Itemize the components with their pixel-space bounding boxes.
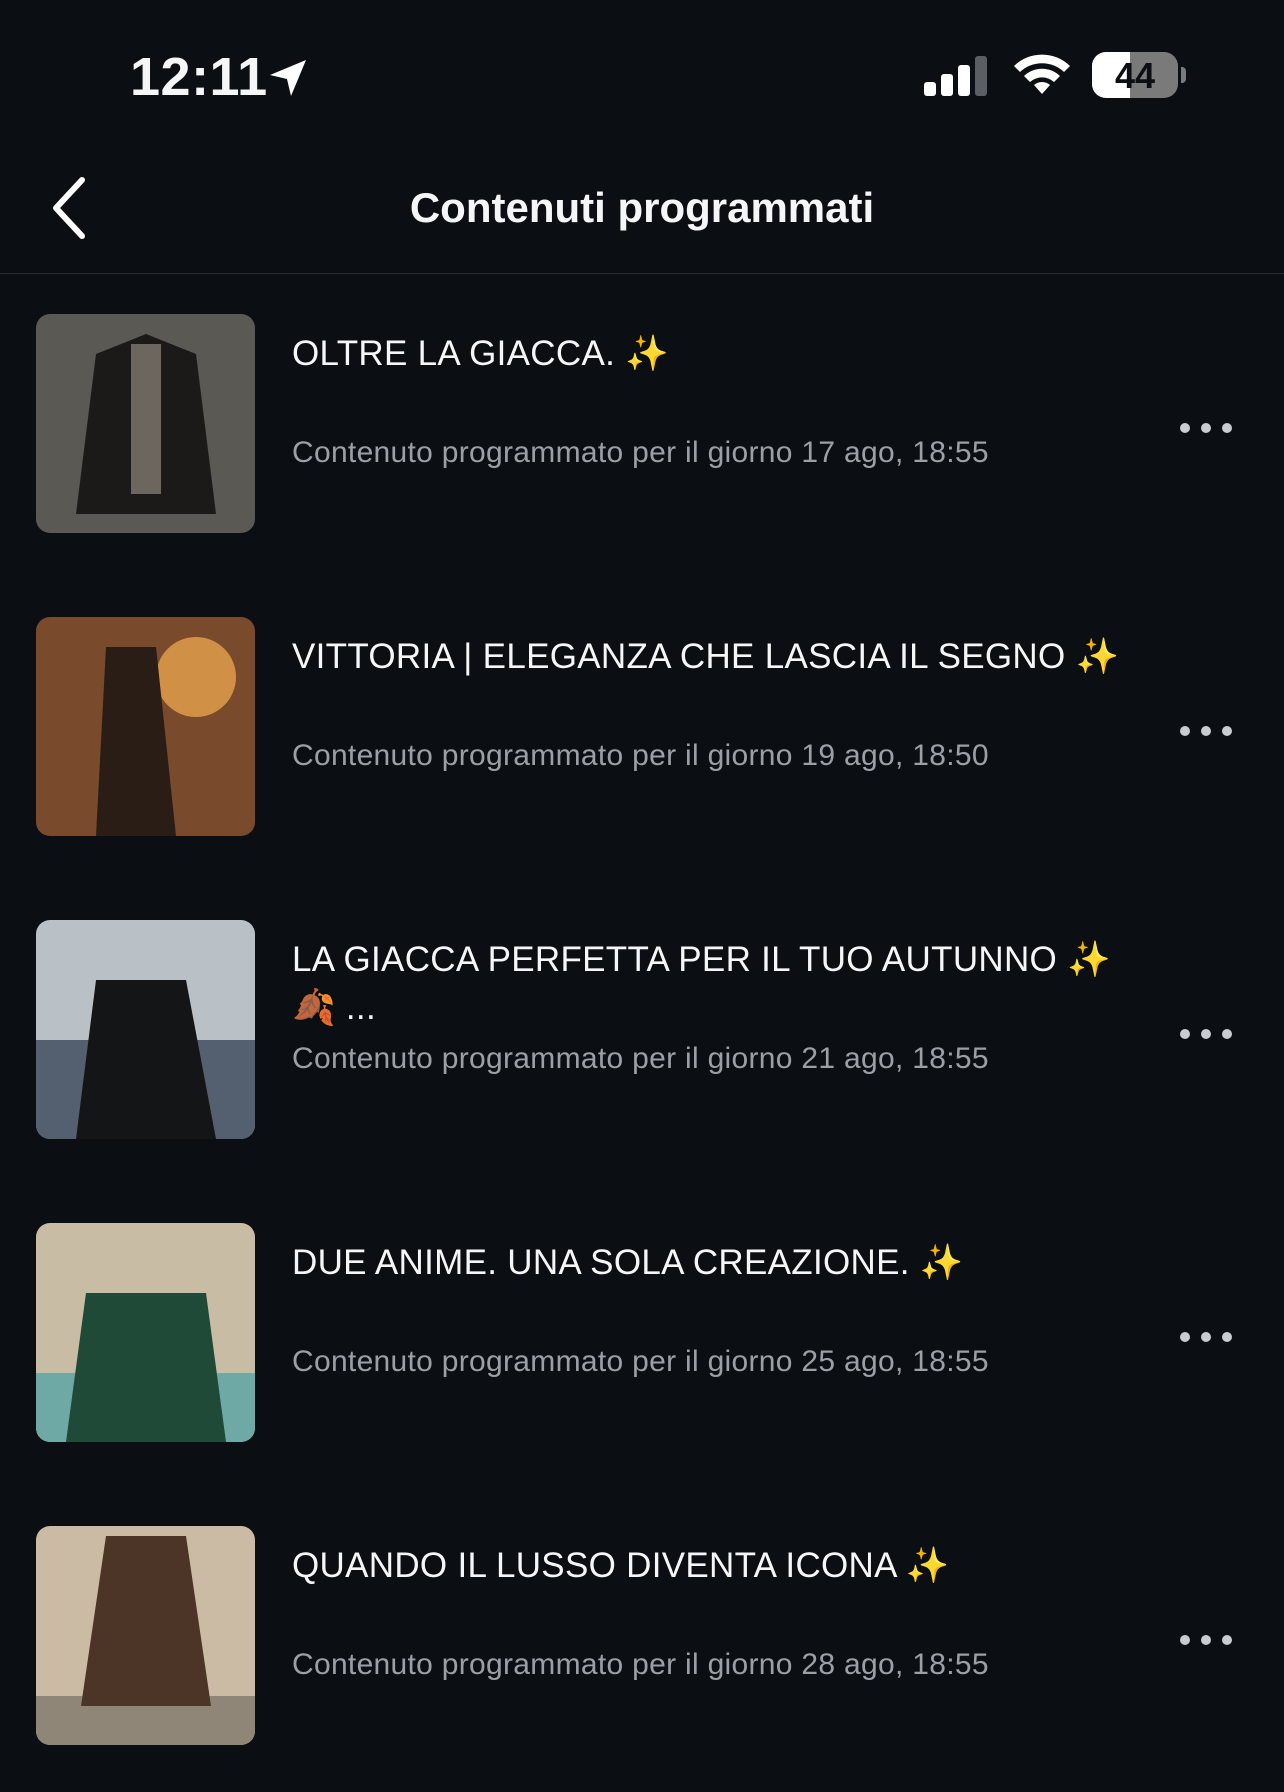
list-item[interactable]: QUANDO IL LUSSO DIVENTA ICONA ✨ Contenut… <box>0 1486 1284 1789</box>
post-title-line: LA GIACCA PERFETTA PER IL TUO AUTUNNO ✨ <box>292 940 1111 979</box>
more-options-button[interactable] <box>1176 1624 1236 1654</box>
post-title: OLTRE LA GIACCA. ✨ <box>292 334 670 373</box>
schedule-text: Contenuto programmato per il giorno 28 a… <box>292 1648 989 1681</box>
list-item[interactable]: VITTORIA | ELEGANZA CHE LASCIA IL SEGNO … <box>0 577 1284 880</box>
post-title: LA GIACCA PERFETTA PER IL TUO AUTUNNO ✨ … <box>292 936 1152 1032</box>
battery-icon: 44 <box>1092 52 1178 98</box>
wifi-icon <box>1014 54 1070 94</box>
post-title-line: 🍂 ... <box>292 988 376 1027</box>
location-arrow-icon <box>270 60 306 96</box>
post-thumbnail[interactable] <box>36 1526 255 1745</box>
nav-bar: Contenuti programmati <box>0 150 1284 274</box>
more-options-button[interactable] <box>1176 412 1236 442</box>
status-time: 12:11 <box>130 47 268 107</box>
schedule-text: Contenuto programmato per il giorno 17 a… <box>292 436 989 469</box>
more-options-button[interactable] <box>1176 715 1236 745</box>
battery-tip <box>1181 67 1186 83</box>
post-thumbnail[interactable] <box>36 1223 255 1442</box>
cellular-signal-icon <box>924 56 987 96</box>
post-title: VITTORIA | ELEGANZA CHE LASCIA IL SEGNO … <box>292 637 1120 676</box>
list-item[interactable]: OLTRE LA GIACCA. ✨ Contenuto programmato… <box>0 274 1284 577</box>
schedule-text: Contenuto programmato per il giorno 21 a… <box>292 1042 989 1075</box>
battery-percent: 44 <box>1114 55 1156 96</box>
more-options-button[interactable] <box>1176 1321 1236 1351</box>
post-thumbnail[interactable] <box>36 920 255 1139</box>
status-bar: 12:11 44 <box>0 0 1284 150</box>
post-thumbnail[interactable] <box>36 617 255 836</box>
list-item[interactable]: LA GIACCA PERFETTA PER IL TUO AUTUNNO ✨ … <box>0 880 1284 1183</box>
more-options-button[interactable] <box>1176 1018 1236 1048</box>
page-title: Contenuti programmati <box>409 184 875 231</box>
schedule-text: Contenuto programmato per il giorno 19 a… <box>292 739 989 772</box>
post-title: QUANDO IL LUSSO DIVENTA ICONA ✨ <box>292 1546 950 1585</box>
schedule-text: Contenuto programmato per il giorno 25 a… <box>292 1345 989 1378</box>
post-thumbnail[interactable] <box>36 314 255 533</box>
list-item[interactable]: DUE ANIME. UNA SOLA CREAZIONE. ✨ Contenu… <box>0 1183 1284 1486</box>
post-title: DUE ANIME. UNA SOLA CREAZIONE. ✨ <box>292 1243 964 1282</box>
